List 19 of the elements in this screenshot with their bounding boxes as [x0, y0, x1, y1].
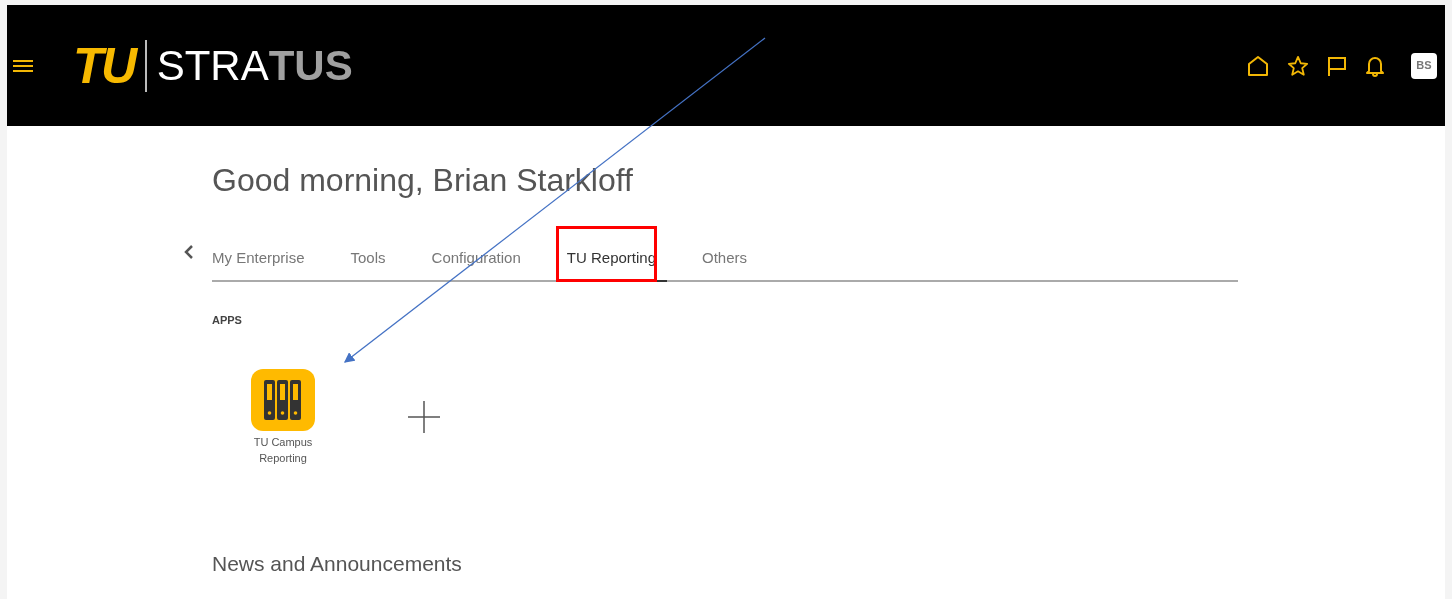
apps-heading: APPS: [212, 313, 243, 328]
tab[interactable]: Tools: [339, 230, 397, 282]
news-heading: News and Announcements: [212, 550, 463, 577]
home-icon[interactable]: [1247, 54, 1269, 77]
flag-icon[interactable]: [1327, 54, 1347, 77]
app-tile[interactable]: TU Campus Reporting: [238, 368, 328, 466]
star-icon[interactable]: [1287, 54, 1309, 77]
chevron-left-icon: [184, 244, 194, 260]
tab[interactable]: TU Reporting: [555, 230, 667, 282]
menu-icon[interactable]: [13, 57, 33, 74]
add-icon[interactable]: [408, 400, 440, 433]
tab[interactable]: My Enterprise: [212, 230, 316, 282]
logo-mark: TU: [73, 40, 135, 91]
avatar-button[interactable]: BS: [1411, 52, 1437, 79]
logo-wordmark: STRATUS: [156, 44, 353, 87]
scroll-left-button[interactable]: [184, 244, 194, 260]
bell-icon[interactable]: [1365, 54, 1385, 77]
binders-icon: [264, 379, 302, 420]
tab[interactable]: Others: [691, 230, 758, 282]
